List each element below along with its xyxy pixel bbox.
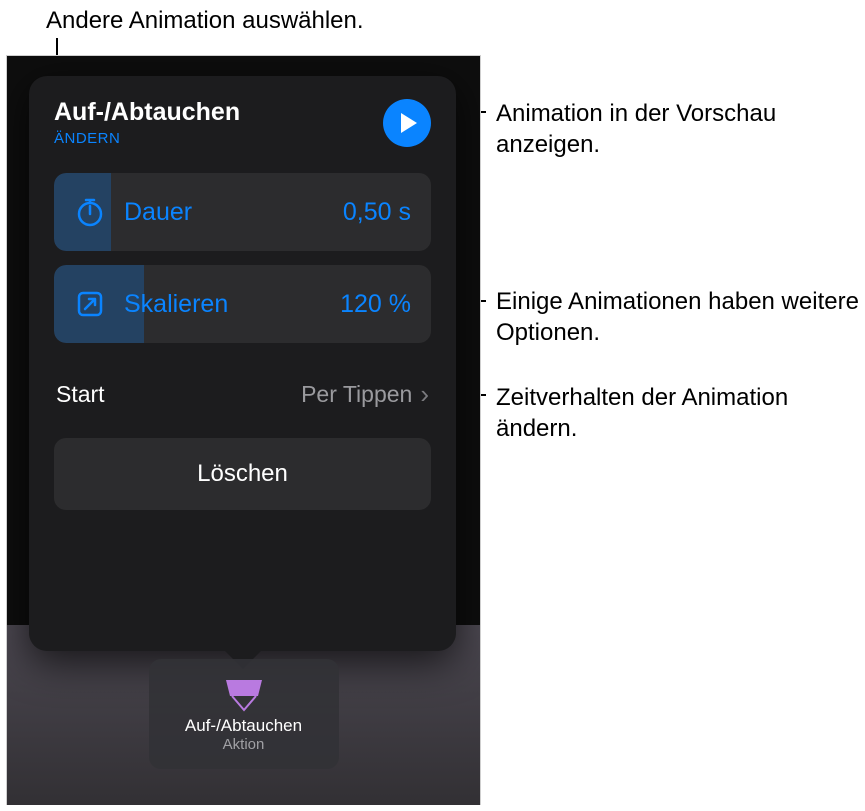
duration-label: Dauer: [124, 198, 343, 227]
start-row[interactable]: Start Per Tippen ›: [54, 357, 431, 432]
scale-slider[interactable]: Skalieren 120 %: [54, 265, 431, 343]
stopwatch-icon: [74, 196, 106, 228]
change-animation-button[interactable]: ÄNDERN: [54, 130, 240, 147]
popover-header: Auf-/Abtauchen ÄNDERN: [54, 98, 431, 147]
scale-icon: [74, 288, 106, 320]
chevron-right-icon: ›: [420, 379, 429, 410]
preview-play-button[interactable]: [383, 99, 431, 147]
scale-label: Skalieren: [124, 290, 340, 319]
scale-value: 120 %: [340, 290, 411, 319]
chip-title: Auf-/Abtauchen: [185, 716, 302, 736]
animation-popover: Auf-/Abtauchen ÄNDERN Dauer 0,50 s: [29, 76, 456, 651]
start-label: Start: [56, 381, 301, 408]
delete-button[interactable]: Löschen: [54, 438, 431, 510]
start-value: Per Tippen: [301, 381, 412, 408]
animation-action-chip[interactable]: Auf-/Abtauchen Aktion: [149, 659, 339, 769]
play-icon: [401, 113, 417, 133]
chip-subtitle: Aktion: [223, 736, 265, 753]
callout-preview: Animation in der Vorschau anzeigen.: [496, 98, 865, 160]
callout-change: Andere Animation auswählen.: [46, 5, 364, 36]
screenshot-frame: Auf-/Abtauchen ÄNDERN Dauer 0,50 s: [6, 55, 481, 805]
action-shape-icon: [220, 676, 268, 710]
callout-options: Einige Animationen haben weitere Optione…: [496, 286, 865, 348]
duration-value: 0,50 s: [343, 198, 411, 227]
animation-title: Auf-/Abtauchen: [54, 98, 240, 127]
duration-slider[interactable]: Dauer 0,50 s: [54, 173, 431, 251]
callout-timing: Zeitverhalten der Animation ändern.: [496, 382, 865, 444]
